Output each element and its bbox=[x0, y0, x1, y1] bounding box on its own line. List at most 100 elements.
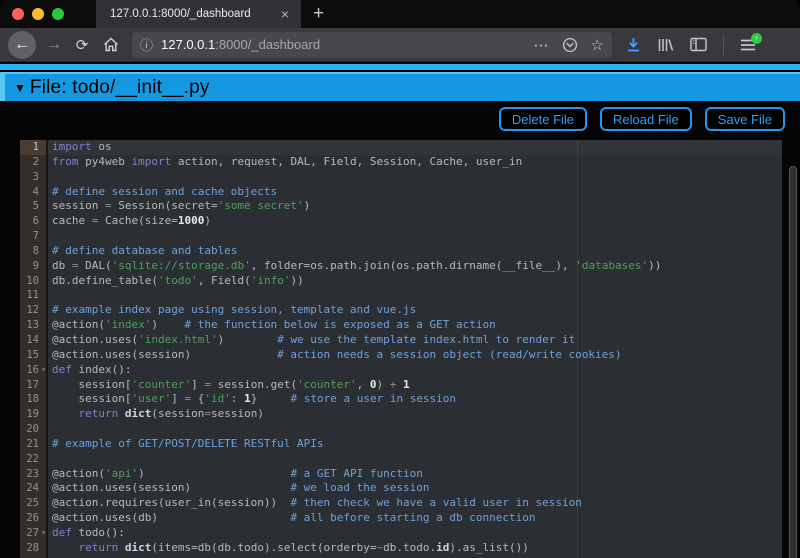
code-line[interactable]: 17 session['counter'] = session.get('cou… bbox=[20, 378, 782, 393]
sidebar-button[interactable] bbox=[690, 37, 707, 52]
code-text: db.define_table('todo', Field('info')) bbox=[48, 274, 782, 289]
code-line[interactable]: 22 bbox=[20, 452, 782, 467]
downloads-button[interactable] bbox=[626, 37, 641, 53]
pocket-icon[interactable] bbox=[562, 37, 578, 53]
code-text: # define database and tables bbox=[48, 244, 782, 259]
close-window-button[interactable] bbox=[12, 8, 24, 20]
line-number: 20 bbox=[20, 422, 48, 437]
code-line[interactable]: 16▾def index(): bbox=[20, 363, 782, 378]
code-text: @action.uses('index.html') # we use the … bbox=[48, 333, 782, 348]
reload-icon: ⟳ bbox=[76, 36, 89, 54]
code-line[interactable]: 27▾def todo(): bbox=[20, 526, 782, 541]
delete-file-button[interactable]: Delete File bbox=[499, 107, 587, 131]
code-text: from py4web import action, request, DAL,… bbox=[48, 155, 782, 170]
line-number: 13 bbox=[20, 318, 48, 333]
code-line[interactable]: 24@action.uses(session) # we load the se… bbox=[20, 481, 782, 496]
code-line[interactable]: 12# example index page using session, te… bbox=[20, 303, 782, 318]
site-info-icon[interactable]: ⓘ bbox=[140, 35, 153, 54]
code-line[interactable]: 6cache = Cache(size=1000) bbox=[20, 214, 782, 229]
tab-close-icon[interactable]: × bbox=[277, 6, 293, 22]
save-file-button[interactable]: Save File bbox=[705, 107, 785, 131]
browser-tab[interactable]: 127.0.0.1:8000/_dashboard × bbox=[96, 0, 301, 28]
line-number: 28 bbox=[20, 541, 48, 556]
reload-button[interactable]: ⟳ bbox=[70, 36, 94, 54]
code-line[interactable]: 7 bbox=[20, 229, 782, 244]
line-number: 9 bbox=[20, 259, 48, 274]
code-line[interactable]: 18 session['user'] = {'id': 1} # store a… bbox=[20, 392, 782, 407]
code-line[interactable]: 2from py4web import action, request, DAL… bbox=[20, 155, 782, 170]
forward-button[interactable]: → bbox=[42, 36, 66, 54]
line-number: 21 bbox=[20, 437, 48, 452]
code-line[interactable]: 11 bbox=[20, 288, 782, 303]
code-line[interactable]: 19 return dict(session=session) bbox=[20, 407, 782, 422]
code-line[interactable]: 25@action.requires(user_in(session)) # t… bbox=[20, 496, 782, 511]
code-text: def todo(): bbox=[48, 526, 782, 541]
line-number: 18 bbox=[20, 392, 48, 407]
code-line[interactable]: 21# example of GET/POST/DELETE RESTful A… bbox=[20, 437, 782, 452]
code-line[interactable]: 8# define database and tables bbox=[20, 244, 782, 259]
code-text: session['user'] = {'id': 1} # store a us… bbox=[48, 392, 782, 407]
line-number: 14 bbox=[20, 333, 48, 348]
code-line[interactable]: 9db = DAL('sqlite://storage.db', folder=… bbox=[20, 259, 782, 274]
minimize-window-button[interactable] bbox=[32, 8, 44, 20]
code-text: @action.uses(session) # action needs a s… bbox=[48, 348, 782, 363]
code-line[interactable]: 3 bbox=[20, 170, 782, 185]
line-number: 12 bbox=[20, 303, 48, 318]
url-path-text: :8000/_dashboard bbox=[215, 37, 320, 52]
code-line[interactable]: 10db.define_table('todo', Field('info')) bbox=[20, 274, 782, 289]
maximize-window-button[interactable] bbox=[52, 8, 64, 20]
code-text bbox=[48, 452, 782, 467]
code-line[interactable]: 28 return dict(items=db(db.todo).select(… bbox=[20, 541, 782, 556]
code-line[interactable]: 20 bbox=[20, 422, 782, 437]
page-actions-icon[interactable]: ⋯ bbox=[534, 36, 549, 54]
code-line[interactable]: 4# define session and cache objects bbox=[20, 185, 782, 200]
line-number: 8 bbox=[20, 244, 48, 259]
code-text: def index(): bbox=[48, 363, 782, 378]
code-text bbox=[48, 288, 782, 303]
line-number: 27▾ bbox=[20, 526, 48, 541]
code-line[interactable]: 5session = Session(secret='some secret') bbox=[20, 199, 782, 214]
code-text: session['counter'] = session.get('counte… bbox=[48, 378, 782, 393]
page-scrollbar[interactable] bbox=[789, 166, 797, 558]
code-text: session = Session(secret='some secret') bbox=[48, 199, 782, 214]
fold-arrow-icon[interactable]: ▾ bbox=[41, 526, 46, 541]
file-header[interactable]: ▼ File: todo/__init__.py bbox=[0, 72, 800, 101]
code-text: return dict(items=db(db.todo).select(ord… bbox=[48, 541, 782, 556]
line-number: 17 bbox=[20, 378, 48, 393]
code-editor[interactable]: 1import os2from py4web import action, re… bbox=[20, 140, 782, 558]
collapse-caret-icon: ▼ bbox=[14, 81, 26, 95]
code-line[interactable]: 23@action('api') # a GET API function bbox=[20, 467, 782, 482]
library-button[interactable] bbox=[657, 37, 674, 53]
reload-file-button[interactable]: Reload File bbox=[600, 107, 692, 131]
code-line[interactable]: 14@action.uses('index.html') # we use th… bbox=[20, 333, 782, 348]
line-number: 19 bbox=[20, 407, 48, 422]
code-text: import os bbox=[48, 140, 782, 155]
fold-arrow-icon[interactable]: ▾ bbox=[41, 363, 46, 378]
line-number: 26 bbox=[20, 511, 48, 526]
url-bar[interactable]: ⓘ 127.0.0.1 :8000/_dashboard ⋯ ☆ bbox=[132, 32, 612, 58]
bookmark-star-icon[interactable]: ☆ bbox=[591, 36, 604, 54]
code-line[interactable]: 13@action('index') # the function below … bbox=[20, 318, 782, 333]
browser-window: 127.0.0.1:8000/_dashboard × + ← → ⟳ ⓘ 12… bbox=[0, 0, 800, 558]
library-icon bbox=[657, 37, 674, 53]
back-button[interactable]: ← bbox=[8, 31, 36, 59]
home-button[interactable] bbox=[98, 37, 124, 52]
line-number: 11 bbox=[20, 288, 48, 303]
new-tab-button[interactable]: + bbox=[301, 0, 336, 28]
code-line[interactable]: 1import os bbox=[20, 140, 782, 155]
line-number: 16▾ bbox=[20, 363, 48, 378]
code-text bbox=[48, 170, 782, 185]
line-number: 23 bbox=[20, 467, 48, 482]
menu-button[interactable]: ↑ bbox=[740, 38, 756, 52]
line-number: 1 bbox=[20, 140, 48, 155]
code-text bbox=[48, 229, 782, 244]
code-text: # define session and cache objects bbox=[48, 185, 782, 200]
code-line[interactable]: 26@action.uses(db) # all before starting… bbox=[20, 511, 782, 526]
code-text: return dict(session=session) bbox=[48, 407, 782, 422]
code-text: @action('api') # a GET API function bbox=[48, 467, 782, 482]
toolbar-separator bbox=[723, 35, 724, 55]
navigation-bar: ← → ⟳ ⓘ 127.0.0.1 :8000/_dashboard ⋯ ☆ bbox=[0, 28, 800, 62]
code-line[interactable]: 15@action.uses(session) # action needs a… bbox=[20, 348, 782, 363]
line-number: 6 bbox=[20, 214, 48, 229]
line-number: 10 bbox=[20, 274, 48, 289]
